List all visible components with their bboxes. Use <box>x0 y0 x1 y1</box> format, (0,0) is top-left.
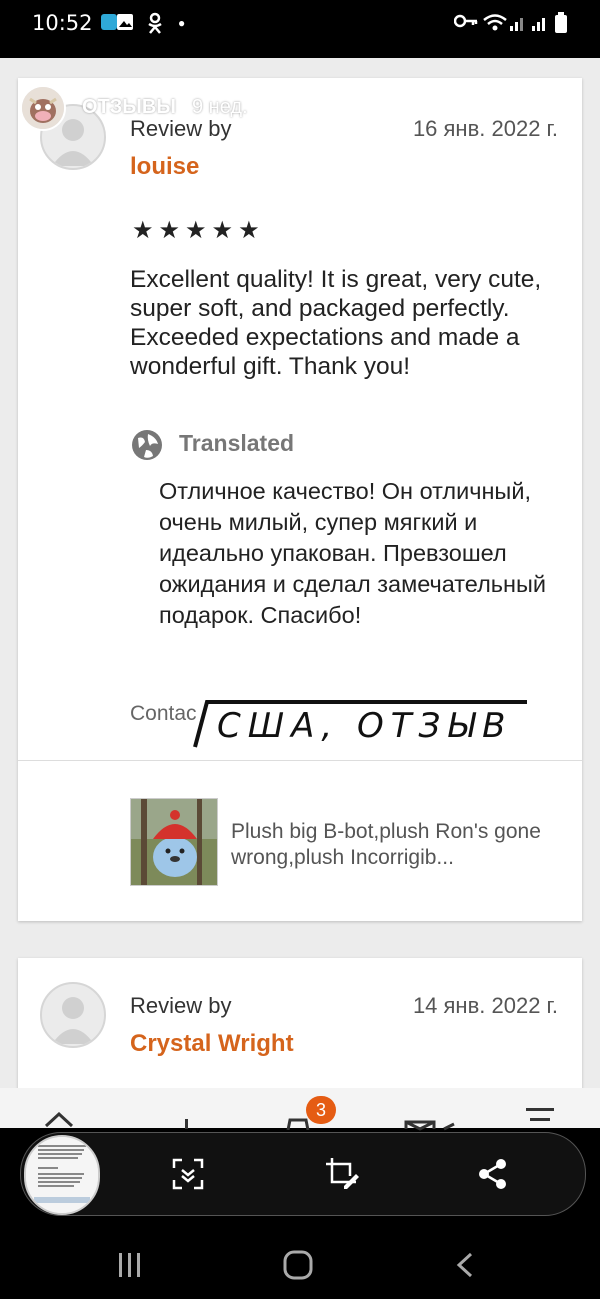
story-title: ОТЗЫВЫ <box>82 96 176 118</box>
odnoklassniki-icon <box>146 12 164 39</box>
review-by-label: Review by <box>130 993 232 1018</box>
back-icon[interactable] <box>456 1252 474 1283</box>
signal-icon <box>510 12 556 37</box>
globe-icon <box>130 428 164 467</box>
review-date: 16 янв. 2022 г. <box>412 116 558 141</box>
listing-title[interactable]: Plush big B-bot,plush Ron's gone wrong,p… <box>231 819 561 871</box>
review-by-label: Review by <box>130 116 232 141</box>
key-icon <box>453 12 478 35</box>
wifi-icon <box>482 12 508 37</box>
contact-link[interactable]: Contac <box>130 702 197 726</box>
status-time: 10:52 <box>32 11 93 35</box>
recent-apps-icon[interactable] <box>118 1252 142 1283</box>
android-nav-bar <box>0 1220 600 1299</box>
listing-thumbnail[interactable] <box>130 798 218 886</box>
bottom-nav: 3 <box>0 1088 600 1131</box>
share-icon[interactable] <box>478 1158 508 1197</box>
review-card: Review by 16 янв. 2022 г. louise ★★★★★ E… <box>18 78 582 921</box>
divider <box>18 760 582 761</box>
reviewer-name[interactable]: louise <box>130 153 199 181</box>
sticker-text: США, ОТЗЫВ <box>217 706 513 746</box>
translated-label[interactable]: Translated <box>179 430 294 457</box>
home-icon[interactable] <box>44 1111 74 1133</box>
reviewer-avatar[interactable] <box>40 982 106 1048</box>
home-button-icon[interactable] <box>283 1250 313 1285</box>
crop-edit-icon[interactable] <box>324 1156 360 1199</box>
status-bar: 10:52 ● <box>0 0 600 50</box>
sticker-overlay: США, ОТЗЫВ <box>193 700 529 748</box>
dot-icon: ● <box>178 16 186 30</box>
cart-badge: 3 <box>306 1096 336 1124</box>
screenshot-thumbnail[interactable] <box>24 1135 100 1215</box>
translated-text: Отличное качество! Он отличный, очень ми… <box>159 478 547 628</box>
review-text: Excellent quality! It is great, very cut… <box>130 266 542 380</box>
notification-icon <box>100 12 136 37</box>
story-age: 9 нед. <box>192 96 248 118</box>
battery-icon <box>554 12 568 39</box>
menu-icon[interactable] <box>526 1106 554 1131</box>
review-date: 14 янв. 2022 г. <box>412 993 558 1018</box>
app-viewport[interactable]: Review by 16 янв. 2022 г. louise ★★★★★ E… <box>0 58 600 1124</box>
star-rating: ★★★★★ <box>132 217 265 244</box>
scroll-capture-icon[interactable] <box>172 1158 204 1197</box>
story-avatar[interactable] <box>20 85 66 131</box>
reviewer-name[interactable]: Crystal Wright <box>130 1030 294 1058</box>
